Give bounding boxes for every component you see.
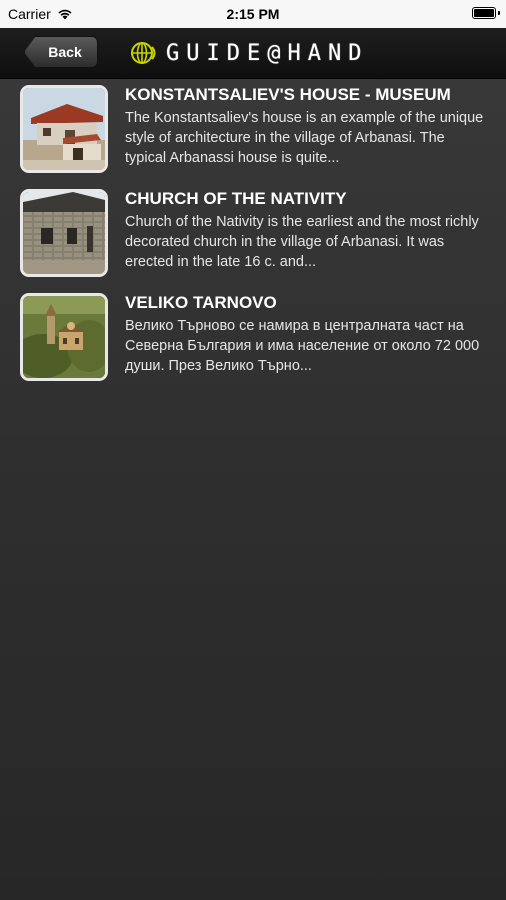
item-description: Велико Търново се намира в централната ч… bbox=[125, 318, 480, 374]
logo-text: GUIDE@HAND bbox=[166, 40, 369, 66]
navigation-bar: Back GUIDE@HAND bbox=[0, 28, 506, 79]
place-thumbnail bbox=[20, 293, 108, 381]
item-title: KONSTANTSALIEV'S HOUSE - MUSEUM bbox=[125, 85, 451, 104]
item-description: Church of the Nativity is the earliest a… bbox=[125, 214, 479, 270]
places-list: KONSTANTSALIEV'S HOUSE - MUSEUM The Kons… bbox=[20, 84, 486, 396]
place-thumbnail bbox=[20, 189, 108, 277]
status-time: 2:15 PM bbox=[226, 6, 280, 22]
status-bar: Carrier 2:15 PM bbox=[0, 0, 506, 28]
app-logo: GUIDE@HAND bbox=[130, 38, 368, 68]
list-item[interactable]: CHURCH OF THE NATIVITY Church of the Nat… bbox=[20, 188, 486, 292]
place-thumbnail bbox=[20, 85, 108, 173]
item-title: CHURCH OF THE NATIVITY bbox=[125, 189, 347, 208]
back-button[interactable]: Back bbox=[24, 36, 98, 68]
battery-icon bbox=[472, 7, 500, 19]
list-item[interactable]: KONSTANTSALIEV'S HOUSE - MUSEUM The Kons… bbox=[20, 84, 486, 188]
globe-sound-icon bbox=[131, 42, 156, 64]
item-title: VELIKO TARNOVO bbox=[125, 293, 277, 312]
item-description: The Konstantsaliev's house is an example… bbox=[125, 110, 484, 166]
list-item[interactable]: VELIKO TARNOVO Велико Търново се намира … bbox=[20, 292, 486, 396]
